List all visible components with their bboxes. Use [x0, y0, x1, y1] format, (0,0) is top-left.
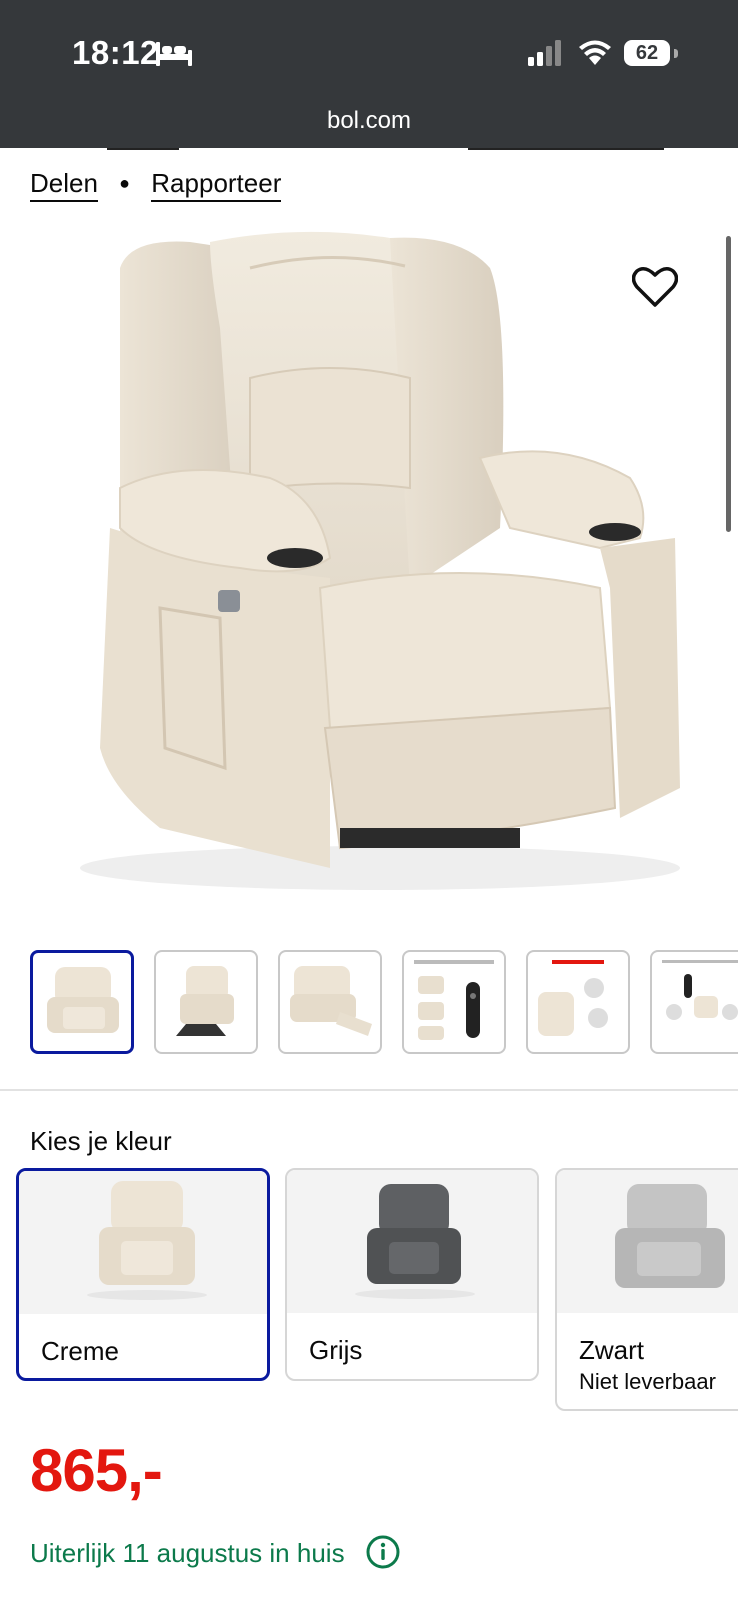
color-option-name: Creme: [41, 1336, 120, 1366]
thumbnail-strip: [30, 950, 738, 1060]
diagram-thumb-icon: [414, 960, 494, 1040]
thumbnail-1[interactable]: [30, 950, 134, 1054]
battery-nub: [674, 49, 678, 58]
product-image[interactable]: [40, 228, 700, 908]
feature-thumb-icon: [538, 960, 608, 1036]
share-link[interactable]: Delen: [30, 168, 98, 202]
chair-thumb-icon: [290, 966, 372, 1036]
color-option-availability: Niet leverbaar: [579, 1369, 716, 1394]
status-time: 18:12: [72, 34, 159, 71]
color-option-image: [557, 1170, 738, 1313]
chair-black-icon: [615, 1184, 725, 1288]
bed-icon: [156, 42, 192, 66]
separator-dot: ●: [119, 173, 131, 193]
wifi-icon: [579, 40, 611, 65]
diagram-thumb-icon: [662, 960, 738, 1020]
color-option-image: [287, 1170, 537, 1313]
report-link[interactable]: Rapporteer: [151, 168, 282, 202]
color-option-name: Zwart: [579, 1335, 644, 1365]
address-bar-url[interactable]: bol.com: [0, 107, 738, 135]
color-picker-title: Kies je kleur: [30, 1126, 172, 1156]
color-option-image: [19, 1171, 267, 1314]
battery-indicator: 62: [624, 40, 678, 68]
chair-thumb-icon: [176, 966, 234, 1036]
chair-grey-icon: [355, 1184, 475, 1299]
status-bar: 18:12 62 bol.com: [0, 0, 738, 148]
thumbnail-3[interactable]: [278, 950, 382, 1054]
thumbnail-4[interactable]: [402, 950, 506, 1054]
battery-level: 62: [624, 40, 670, 66]
chair-creme-icon: [87, 1181, 207, 1300]
cellular-signal-icon: [528, 40, 561, 66]
thumbnail-6[interactable]: [650, 950, 738, 1054]
heart-icon[interactable]: [632, 266, 678, 308]
color-option-grijs[interactable]: Grijs: [285, 1168, 539, 1381]
color-option-zwart[interactable]: Zwart Niet leverbaar: [555, 1168, 738, 1411]
delivery-text: Uiterlijk 11 augustus in huis: [30, 1538, 345, 1568]
chair-thumb-icon: [47, 967, 119, 1033]
share-report-links: Delen ● Rapporteer: [30, 168, 282, 202]
scrollbar[interactable]: [726, 236, 731, 532]
thumbnail-5[interactable]: [526, 950, 630, 1054]
divider: [107, 148, 179, 150]
divider: [468, 148, 664, 150]
section-divider: [0, 1089, 738, 1091]
color-option-name: Grijs: [309, 1335, 363, 1365]
product-price: 865,-: [30, 1437, 163, 1504]
color-option-creme[interactable]: Creme: [16, 1168, 270, 1381]
thumbnail-2[interactable]: [154, 950, 258, 1054]
info-icon[interactable]: [366, 1535, 400, 1569]
